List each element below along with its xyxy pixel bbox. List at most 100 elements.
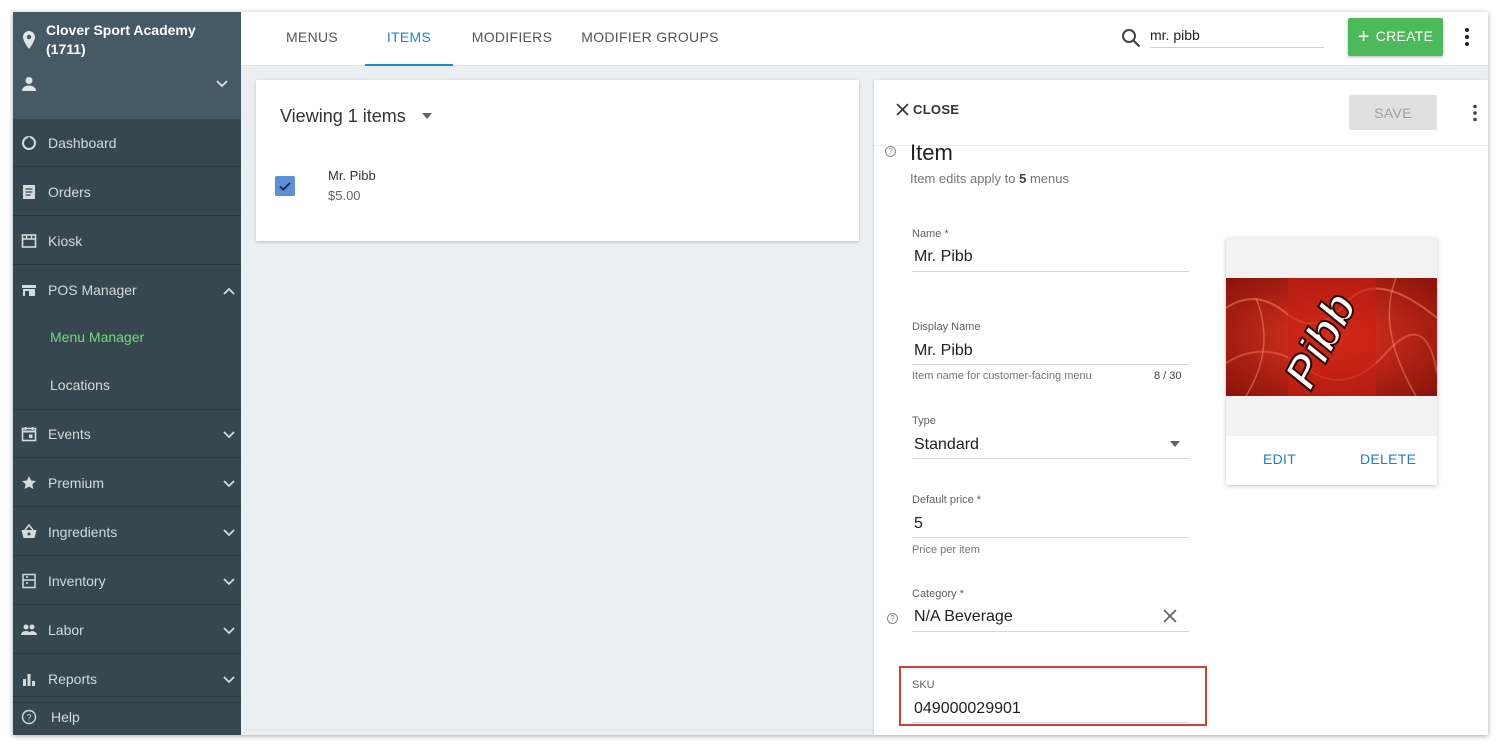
subtitle-suffix: menus [1026, 171, 1069, 186]
location-name[interactable]: Clover Sport Academy (1711) [46, 21, 231, 59]
type-label: Type [912, 415, 936, 427]
character-counter: 8 / 30 [1154, 370, 1182, 382]
image-padding-top [1226, 238, 1437, 278]
tab-menus[interactable]: MENUS [275, 12, 349, 66]
dropdown-caret-icon[interactable] [1170, 441, 1180, 447]
clear-icon[interactable] [1163, 609, 1177, 623]
name-field[interactable]: Mr. Pibb [914, 248, 973, 266]
category-field[interactable]: N/A Beverage [914, 608, 1013, 626]
display-name-label: Display Name [912, 321, 981, 333]
edit-image-button[interactable]: EDIT [1263, 451, 1296, 467]
help-icon[interactable]: ? [885, 146, 896, 157]
people-icon [21, 624, 37, 635]
default-price-hint: Price per item [912, 544, 980, 556]
item-checkbox[interactable] [275, 176, 295, 196]
sidebar-item-kiosk[interactable]: Kiosk [13, 217, 241, 265]
divider [874, 145, 1488, 146]
more-vert-icon[interactable] [1471, 104, 1479, 122]
items-list-card: Viewing 1 items Mr. Pibb $5.00 [256, 80, 859, 241]
more-vert-icon[interactable] [1463, 27, 1471, 47]
app-window: Clover Sport Academy (1711) Dashboard Or… [13, 12, 1488, 735]
type-select[interactable]: Standard [914, 436, 979, 454]
sidebar-item-orders[interactable]: Orders [13, 168, 241, 216]
close-button[interactable]: CLOSE [896, 102, 959, 117]
name-label: Name * [912, 228, 949, 240]
chevron-down-icon[interactable] [223, 578, 235, 586]
tab-modifiers[interactable]: MODIFIERS [469, 12, 555, 66]
calendar-icon [21, 427, 37, 442]
type-underline [912, 458, 1189, 459]
item-image-card: Pibb EDIT DELETE [1226, 238, 1437, 485]
chevron-down-icon[interactable] [223, 431, 235, 439]
sidebar-item-premium[interactable]: Premium [13, 459, 241, 507]
inventory-icon [22, 573, 36, 589]
default-price-underline [912, 537, 1189, 538]
sku-underline [912, 722, 1189, 723]
dropdown-caret-icon[interactable] [422, 113, 432, 119]
sku-field[interactable]: 049000029901 [914, 700, 1021, 718]
chevron-down-icon[interactable] [223, 480, 235, 488]
create-button[interactable]: + CREATE [1348, 18, 1443, 56]
delete-image-button[interactable]: DELETE [1360, 451, 1416, 467]
sidebar-item-ingredients[interactable]: Ingredients [13, 508, 241, 556]
sidebar-item-label: Help [51, 709, 80, 725]
svg-text:?: ? [26, 713, 31, 723]
location-pin-icon [23, 31, 35, 49]
default-price-label: Default price * [912, 494, 982, 506]
close-icon [896, 103, 909, 116]
sidebar-item-labor[interactable]: Labor [13, 606, 241, 654]
plus-icon: + [1357, 25, 1370, 48]
tab-items[interactable]: ITEMS [365, 12, 453, 66]
sidebar-item-help[interactable]: ? Help [13, 696, 241, 735]
dashboard-icon [22, 136, 36, 150]
sidebar-subitem-menu-manager[interactable]: Menu Manager [50, 329, 144, 345]
sidebar-item-label: Ingredients [48, 524, 118, 540]
chevron-down-icon[interactable] [223, 529, 235, 537]
chevron-down-icon[interactable] [223, 676, 235, 684]
search-input[interactable] [1150, 23, 1324, 48]
sidebar-item-pos-manager[interactable]: POS Manager [13, 266, 241, 314]
sidebar-item-label: Dashboard [48, 135, 117, 151]
sidebar-subitem-locations[interactable]: Locations [50, 377, 110, 393]
sidebar: Clover Sport Academy (1711) Dashboard Or… [13, 12, 241, 735]
viewing-count-label[interactable]: Viewing 1 items [280, 106, 406, 127]
display-name-underline [912, 364, 1189, 365]
top-bar: MENUS ITEMS MODIFIERS MODIFIER GROUPS + C… [241, 12, 1488, 66]
category-underline [912, 631, 1189, 632]
sidebar-header: Clover Sport Academy (1711) [13, 12, 241, 119]
save-button[interactable]: SAVE [1349, 95, 1437, 130]
tab-modifier-groups[interactable]: MODIFIER GROUPS [577, 12, 723, 66]
close-button-label: CLOSE [913, 102, 960, 117]
check-icon [279, 182, 291, 191]
chevron-up-icon[interactable] [223, 287, 235, 295]
chevron-down-icon[interactable] [223, 627, 235, 635]
subtitle-prefix: Item edits apply to [910, 171, 1020, 186]
item-image: Pibb [1226, 278, 1437, 396]
sidebar-item-label: Inventory [48, 573, 106, 589]
basket-icon [21, 524, 37, 538]
item-detail-panel: CLOSE SAVE ? Item Item edits apply to 5 … [874, 80, 1488, 735]
sidebar-item-label: Orders [48, 184, 91, 200]
image-padding-bottom [1226, 396, 1437, 436]
user-icon[interactable] [21, 76, 37, 92]
help-icon[interactable]: ? [887, 613, 898, 624]
sidebar-item-dashboard[interactable]: Dashboard [13, 119, 241, 167]
sidebar-item-events[interactable]: Events [13, 410, 241, 458]
sidebar-item-label: Premium [48, 475, 105, 491]
default-price-field[interactable]: 5 [914, 515, 923, 533]
display-name-field[interactable]: Mr. Pibb [914, 342, 973, 360]
bar-chart-icon [23, 674, 35, 686]
sidebar-item-inventory[interactable]: Inventory [13, 557, 241, 605]
sku-label: SKU [912, 679, 935, 691]
list-item-name[interactable]: Mr. Pibb [328, 168, 376, 183]
chevron-down-icon[interactable] [216, 80, 228, 88]
sidebar-item-label: Kiosk [48, 233, 83, 249]
section-title: Item [910, 140, 953, 165]
create-button-label: CREATE [1375, 27, 1434, 44]
search-icon[interactable] [1121, 28, 1141, 48]
orders-icon [23, 185, 35, 199]
section-subtitle: Item edits apply to 5 menus [910, 171, 1069, 186]
help-icon: ? [21, 709, 37, 725]
sidebar-item-label: Labor [48, 622, 84, 638]
store-icon [22, 285, 36, 296]
